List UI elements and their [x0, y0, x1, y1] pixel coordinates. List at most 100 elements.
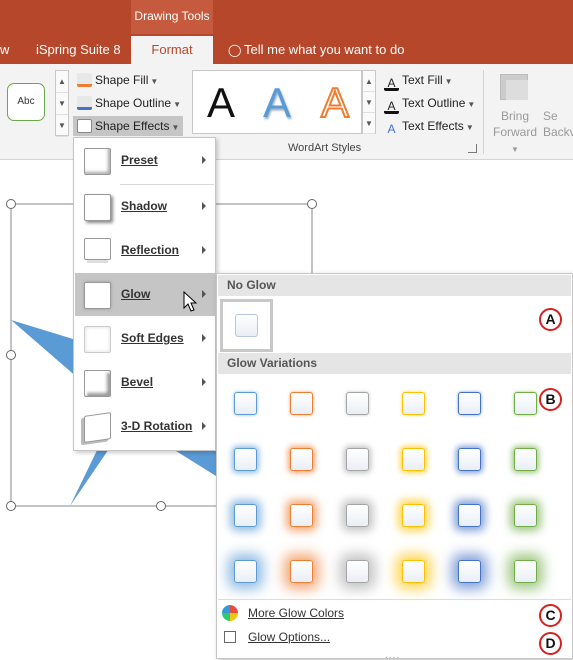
bring-forward-button[interactable]: Bring Forward ▼ — [490, 108, 540, 158]
text-effects-button[interactable]: A Text Effects ▼ — [384, 116, 474, 136]
resize-handle-top-right[interactable] — [307, 199, 317, 209]
shadow-icon — [84, 194, 111, 221]
chevron-down-icon: ▼ — [150, 77, 159, 86]
send-backward-button[interactable]: Se Backv — [543, 108, 573, 140]
glow-options-label: Glow Options... — [248, 630, 331, 644]
bring-forward-icon-layer — [506, 80, 528, 100]
menu-item-label: Soft Edges — [121, 331, 184, 345]
menu-item-label: Bevel — [121, 375, 154, 389]
tell-me-box[interactable]: ◯ Tell me what you want to do — [228, 36, 404, 64]
menu-item-bevel[interactable]: Bevel — [75, 361, 215, 404]
text-fill-icon: A — [384, 77, 399, 91]
wordart-style-black[interactable]: A — [207, 79, 235, 127]
glow-variation-swatch[interactable] — [346, 560, 369, 583]
tell-me-text: Tell me what you want to do — [244, 42, 405, 57]
shape-styles-scroller[interactable]: ▲ ▼ ▼ — [55, 70, 69, 137]
annotation-c: C — [539, 604, 562, 627]
glow-variation-swatch[interactable] — [402, 448, 425, 471]
glow-variation-swatch[interactable] — [458, 560, 481, 583]
tab-ispring-suite[interactable]: iSpring Suite 8 — [36, 36, 121, 64]
menu-item-soft-edges[interactable]: Soft Edges — [75, 317, 215, 360]
shape-outline-button[interactable]: Shape Outline ▼ — [77, 93, 181, 113]
bring-forward-label-2: Forward ▼ — [492, 125, 537, 154]
glow-variation-swatch[interactable] — [290, 560, 313, 583]
glow-variation-swatch[interactable] — [346, 504, 369, 527]
resize-handle-bottom-middle[interactable] — [156, 501, 166, 511]
glow-variation-swatch[interactable] — [458, 448, 481, 471]
shape-fill-label: Shape Fill — [95, 73, 149, 87]
wordart-scroller[interactable]: ▲ ▼ ▼ — [362, 70, 376, 134]
glow-variation-swatch[interactable] — [234, 560, 257, 583]
glow-variation-swatch[interactable] — [514, 448, 537, 471]
submenu-arrow-icon — [202, 422, 206, 430]
resize-handle-top-left[interactable] — [6, 199, 16, 209]
text-outline-label: Text Outline — [402, 96, 466, 110]
glow-icon — [84, 282, 111, 309]
pencil-icon — [77, 96, 92, 110]
shape-style-thumbnail[interactable]: Abc — [7, 83, 45, 121]
mouse-cursor-icon — [183, 291, 197, 312]
menu-item-3d-rotation[interactable]: 3-D Rotation — [75, 405, 215, 448]
shape-effects-label: Shape Effects — [95, 119, 170, 133]
menu-item-reflection[interactable]: Reflection — [75, 229, 215, 272]
glow-variation-swatch[interactable] — [514, 504, 537, 527]
chevron-down-icon: ▼ — [173, 100, 181, 109]
text-fill-button[interactable]: A Text Fill ▼ — [384, 70, 453, 91]
wordart-styles-gallery[interactable]: A A A — [192, 70, 362, 134]
glow-variation-swatch[interactable] — [234, 392, 257, 415]
glow-gallery: No Glow A Glow Variations B More Glow Co… — [216, 273, 573, 660]
glow-variation-swatch[interactable] — [346, 448, 369, 471]
group-separator — [483, 70, 484, 154]
more-styles-icon[interactable]: ▼ — [56, 115, 68, 137]
glow-variation-swatch[interactable] — [290, 448, 313, 471]
preset-icon — [84, 148, 111, 175]
paint-bucket-icon — [77, 73, 92, 87]
glow-variation-swatch[interactable] — [402, 504, 425, 527]
shape-fill-button[interactable]: Shape Fill ▼ — [77, 70, 158, 90]
submenu-arrow-icon — [202, 202, 206, 210]
glow-variation-swatch[interactable] — [458, 392, 481, 415]
glow-variation-swatch[interactable] — [346, 392, 369, 415]
resize-grip-icon[interactable]: .... — [385, 650, 400, 660]
glow-variation-swatch[interactable] — [402, 392, 425, 415]
glow-variation-swatch[interactable] — [290, 392, 313, 415]
menu-item-preset[interactable]: Preset — [75, 139, 215, 182]
reflection-icon — [84, 238, 111, 260]
shape-effects-button[interactable]: Shape Effects ▼ — [73, 116, 184, 136]
glow-variation-swatch[interactable] — [402, 560, 425, 583]
wordart-style-orange-outline[interactable]: A — [320, 78, 350, 127]
glow-variation-swatch[interactable] — [514, 560, 537, 583]
wordart-style-blue[interactable]: A — [263, 79, 291, 127]
more-styles-icon[interactable]: ▼ — [363, 113, 375, 134]
powerpoint-window: Drawing Tools w iSpring Suite 8 Format ◯… — [0, 0, 573, 660]
chevron-down-icon: ▼ — [171, 123, 180, 132]
resize-handle-middle-left[interactable] — [6, 350, 16, 360]
shape-outline-label: Shape Outline — [95, 96, 172, 110]
glow-variation-swatch[interactable] — [234, 448, 257, 471]
glow-variation-swatch[interactable] — [514, 392, 537, 415]
annotation-b: B — [539, 388, 562, 411]
resize-handle-bottom-left[interactable] — [6, 501, 16, 511]
more-glow-colors-label: More Glow Colors — [248, 606, 345, 620]
annotation-a: A — [539, 308, 562, 331]
scroll-up-icon[interactable]: ▲ — [363, 71, 375, 92]
glow-variation-swatch[interactable] — [290, 504, 313, 527]
text-outline-icon: A — [384, 100, 399, 114]
scroll-down-icon[interactable]: ▼ — [56, 93, 68, 115]
tab-format[interactable]: Format — [131, 36, 213, 64]
menu-item-shadow[interactable]: Shadow — [75, 185, 215, 228]
no-glow-option[interactable] — [220, 299, 273, 352]
chevron-down-icon: ▼ — [465, 123, 474, 132]
annotation-d: D — [539, 632, 562, 655]
bevel-icon — [84, 370, 111, 397]
dialog-launcher-icon[interactable] — [468, 144, 477, 153]
scroll-up-icon[interactable]: ▲ — [56, 71, 68, 93]
scroll-down-icon[interactable]: ▼ — [363, 92, 375, 113]
shape-effects-icon — [77, 119, 92, 133]
submenu-arrow-icon — [202, 246, 206, 254]
text-outline-button[interactable]: A Text Outline ▼ — [384, 93, 475, 114]
glow-variation-swatch[interactable] — [234, 504, 257, 527]
tab-partial[interactable]: w — [0, 36, 14, 64]
text-fill-label: Text Fill — [402, 73, 443, 87]
glow-variation-swatch[interactable] — [458, 504, 481, 527]
